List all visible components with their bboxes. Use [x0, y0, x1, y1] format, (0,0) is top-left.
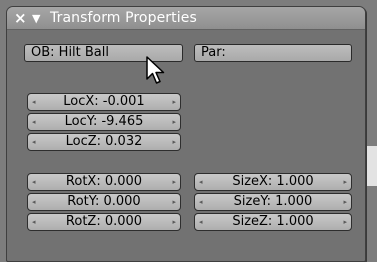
decrement-arrow-icon[interactable]: ◂	[32, 94, 36, 110]
panel-title: Transform Properties	[50, 10, 197, 26]
decrement-arrow-icon[interactable]: ◂	[199, 194, 203, 210]
increment-arrow-icon[interactable]: ▸	[172, 194, 176, 210]
increment-arrow-icon[interactable]: ▸	[172, 94, 176, 110]
size-z-field[interactable]: ◂ SizeZ: 1.000 ▸	[194, 213, 352, 231]
loc-x-field[interactable]: ◂ LocX: -0.001 ▸	[27, 93, 181, 111]
object-name-value: OB: Hilt Ball	[31, 45, 109, 60]
increment-arrow-icon[interactable]: ▸	[172, 214, 176, 230]
mouse-pointer-icon	[146, 56, 165, 84]
loc-z-label: LocZ: 0.032	[65, 134, 143, 149]
decrement-arrow-icon[interactable]: ◂	[32, 194, 36, 210]
rot-y-label: RotY: 0.000	[67, 194, 141, 209]
parent-value: Par:	[201, 45, 226, 60]
size-x-label: SizeX: 1.000	[232, 174, 314, 189]
increment-arrow-icon[interactable]: ▸	[343, 194, 347, 210]
parent-field[interactable]: Par:	[194, 44, 352, 62]
close-icon[interactable]: ×	[14, 8, 27, 28]
increment-arrow-icon[interactable]: ▸	[172, 114, 176, 130]
loc-y-field[interactable]: ◂ LocY: -9.465 ▸	[27, 113, 181, 131]
loc-x-label: LocX: -0.001	[63, 94, 145, 109]
decrement-arrow-icon[interactable]: ◂	[199, 214, 203, 230]
decrement-arrow-icon[interactable]: ◂	[32, 214, 36, 230]
increment-arrow-icon[interactable]: ▸	[172, 134, 176, 150]
rot-z-label: RotZ: 0.000	[65, 214, 143, 229]
decrement-arrow-icon[interactable]: ◂	[32, 114, 36, 130]
increment-arrow-icon[interactable]: ▸	[172, 174, 176, 190]
size-y-field[interactable]: ◂ SizeY: 1.000 ▸	[194, 193, 352, 211]
collapse-icon[interactable]: ▼	[32, 9, 40, 29]
transform-properties-panel: × ▼ Transform Properties OB: Hilt Ball P…	[6, 6, 366, 262]
increment-arrow-icon[interactable]: ▸	[343, 214, 347, 230]
panel-titlebar[interactable]: × ▼ Transform Properties	[7, 7, 365, 30]
decrement-arrow-icon[interactable]: ◂	[32, 174, 36, 190]
increment-arrow-icon[interactable]: ▸	[343, 174, 347, 190]
rot-z-field[interactable]: ◂ RotZ: 0.000 ▸	[27, 213, 181, 231]
size-z-label: SizeZ: 1.000	[232, 214, 314, 229]
loc-z-field[interactable]: ◂ LocZ: 0.032 ▸	[27, 133, 181, 151]
rot-x-field[interactable]: ◂ RotX: 0.000 ▸	[27, 173, 181, 191]
rot-x-label: RotX: 0.000	[65, 174, 143, 189]
decrement-arrow-icon[interactable]: ◂	[199, 174, 203, 190]
size-x-field[interactable]: ◂ SizeX: 1.000 ▸	[194, 173, 352, 191]
decrement-arrow-icon[interactable]: ◂	[32, 134, 36, 150]
rot-y-field[interactable]: ◂ RotY: 0.000 ▸	[27, 193, 181, 211]
loc-y-label: LocY: -9.465	[64, 114, 144, 129]
size-y-label: SizeY: 1.000	[233, 194, 313, 209]
